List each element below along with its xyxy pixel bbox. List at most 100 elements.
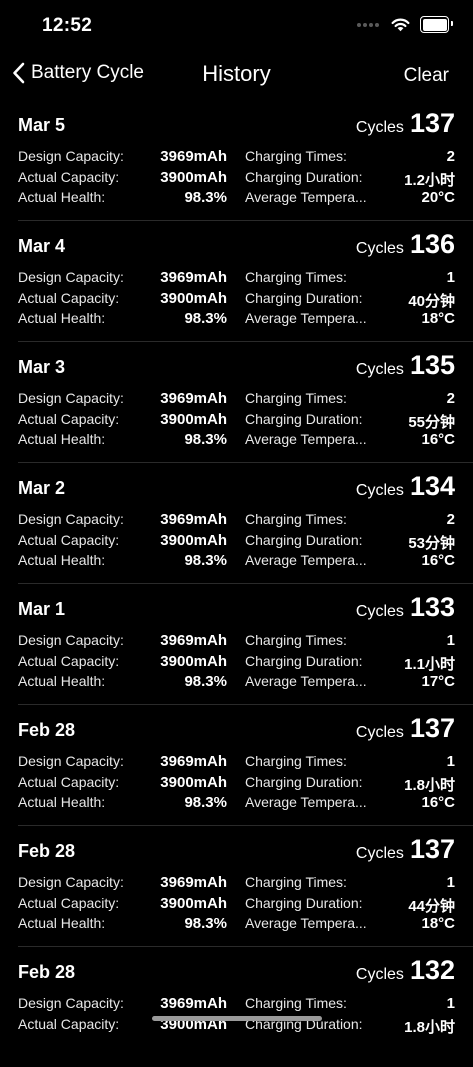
history-list[interactable]: Mar 5 Cycles 137 Design Capacity: 3969mA…	[0, 100, 473, 1067]
charging-duration-value: 55分钟	[408, 414, 455, 431]
actual-capacity-value: 3900mAh	[160, 532, 227, 549]
actual-capacity-label: Actual Capacity:	[18, 895, 120, 911]
actual-capacity-label: Actual Capacity:	[18, 532, 120, 548]
actual-capacity-label: Actual Capacity:	[18, 653, 120, 669]
battery-icon	[420, 16, 453, 33]
average-temperature-value: 18°C	[421, 915, 455, 932]
cycles-count: Cycles 136	[356, 229, 455, 260]
record-row-1: Design Capacity: 3969mAh Charging Times:…	[18, 511, 455, 531]
charging-duration-label: Charging Duration:	[245, 169, 363, 185]
charging-duration-label: Charging Duration:	[245, 653, 363, 669]
record-row-3: Actual Health: 98.3% Average Tempera... …	[18, 310, 455, 330]
cycles-value: 135	[409, 350, 455, 380]
average-temperature-value: 16°C	[421, 431, 455, 448]
charging-times-value: 2	[446, 390, 455, 407]
design-capacity-value: 3969mAh	[160, 995, 227, 1012]
charging-duration-label: Charging Duration:	[245, 532, 363, 548]
average-temperature-label: Average Tempera...	[245, 673, 367, 689]
actual-health-label: Actual Health:	[18, 552, 106, 568]
cycles-label: Cycles	[355, 724, 404, 741]
actual-health-label: Actual Health:	[18, 189, 106, 205]
design-capacity-label: Design Capacity:	[18, 632, 124, 648]
record-row-3: Actual Health: 98.3% Average Tempera... …	[18, 189, 455, 209]
cycles-value: 137	[409, 108, 455, 138]
charging-duration-label: Charging Duration:	[245, 411, 363, 427]
charging-times-value: 2	[446, 148, 455, 165]
cellular-signal-icon	[357, 22, 379, 27]
design-capacity-label: Design Capacity:	[18, 753, 124, 769]
actual-capacity-label: Actual Capacity:	[18, 1016, 120, 1032]
status-bar: 12:52	[0, 0, 473, 50]
charging-times-value: 1	[446, 753, 455, 770]
charging-times-label: Charging Times:	[245, 632, 347, 648]
actual-health-value: 98.3%	[184, 794, 227, 811]
design-capacity-label: Design Capacity:	[18, 148, 124, 164]
cycles-label: Cycles	[355, 119, 404, 136]
record-row-2: Actual Capacity: 3900mAh Charging Durati…	[18, 169, 455, 189]
average-temperature-value: 20°C	[421, 189, 455, 206]
chevron-left-icon	[13, 62, 25, 84]
cycles-value: 133	[409, 592, 455, 622]
design-capacity-value: 3969mAh	[160, 874, 227, 891]
cycles-count: Cycles 134	[356, 471, 455, 502]
charging-times-value: 1	[446, 995, 455, 1012]
cycles-label: Cycles	[355, 845, 404, 862]
actual-health-value: 98.3%	[184, 431, 227, 448]
design-capacity-label: Design Capacity:	[18, 995, 124, 1011]
home-indicator[interactable]	[152, 1016, 322, 1021]
back-button[interactable]: Battery Cycle	[12, 62, 144, 84]
charging-times-label: Charging Times:	[245, 753, 347, 769]
cycles-count: Cycles 137	[356, 713, 455, 744]
design-capacity-value: 3969mAh	[160, 753, 227, 770]
actual-capacity-label: Actual Capacity:	[18, 169, 120, 185]
actual-health-label: Actual Health:	[18, 915, 106, 931]
actual-health-label: Actual Health:	[18, 310, 106, 326]
record-row-1: Design Capacity: 3969mAh Charging Times:…	[18, 390, 455, 410]
record-date: Mar 1	[18, 599, 66, 619]
average-temperature-label: Average Tempera...	[245, 189, 367, 205]
average-temperature-label: Average Tempera...	[245, 794, 367, 810]
status-icons	[357, 16, 453, 33]
actual-capacity-value: 3900mAh	[160, 290, 227, 307]
charging-duration-value: 1.1小时	[404, 656, 455, 673]
record-row-2: Actual Capacity: 3900mAh Charging Durati…	[18, 290, 455, 310]
average-temperature-label: Average Tempera...	[245, 431, 367, 447]
clear-button[interactable]: Clear	[404, 65, 449, 87]
record-date: Feb 28	[18, 962, 76, 982]
actual-capacity-value: 3900mAh	[160, 774, 227, 791]
charging-duration-value: 1.8小时	[404, 1019, 455, 1036]
charging-times-label: Charging Times:	[245, 269, 347, 285]
record-row-3: Actual Health: 98.3% Average Tempera... …	[18, 431, 455, 451]
average-temperature-label: Average Tempera...	[245, 915, 367, 931]
record-row-2: Actual Capacity: 3900mAh Charging Durati…	[18, 532, 455, 552]
design-capacity-value: 3969mAh	[160, 390, 227, 407]
average-temperature-value: 17°C	[421, 673, 455, 690]
cycles-value: 134	[409, 471, 455, 501]
charging-duration-value: 53分钟	[408, 535, 455, 552]
charging-duration-value: 1.2小时	[404, 172, 455, 189]
actual-health-value: 98.3%	[184, 310, 227, 327]
design-capacity-value: 3969mAh	[160, 269, 227, 286]
record-row-3: Actual Health: 98.3% Average Tempera... …	[18, 673, 455, 693]
design-capacity-value: 3969mAh	[160, 148, 227, 165]
history-record: Mar 5 Cycles 137 Design Capacity: 3969mA…	[18, 100, 473, 221]
cycles-count: Cycles 137	[356, 834, 455, 865]
charging-times-value: 1	[446, 874, 455, 891]
actual-health-value: 98.3%	[184, 915, 227, 932]
record-row-3: Actual Health: 98.3% Average Tempera... …	[18, 915, 455, 935]
record-row-2: Actual Capacity: 3900mAh Charging Durati…	[18, 653, 455, 673]
record-row-1: Design Capacity: 3969mAh Charging Times:…	[18, 995, 455, 1015]
charging-duration-label: Charging Duration:	[245, 774, 363, 790]
record-row-1: Design Capacity: 3969mAh Charging Times:…	[18, 753, 455, 773]
actual-health-label: Actual Health:	[18, 794, 106, 810]
cycles-value: 137	[409, 713, 455, 743]
cycles-label: Cycles	[355, 240, 404, 257]
history-record: Feb 28 Cycles 137 Design Capacity: 3969m…	[18, 826, 473, 947]
charging-duration-value: 44分钟	[408, 898, 455, 915]
average-temperature-label: Average Tempera...	[245, 552, 367, 568]
record-date: Mar 5	[18, 115, 66, 135]
navigation-bar: Battery Cycle History Clear	[0, 52, 473, 100]
record-row-3: Actual Health: 98.3% Average Tempera... …	[18, 794, 455, 814]
record-row-3: Actual Health: 98.3% Average Tempera... …	[18, 552, 455, 572]
history-record: Feb 28 Cycles 137 Design Capacity: 3969m…	[18, 705, 473, 826]
